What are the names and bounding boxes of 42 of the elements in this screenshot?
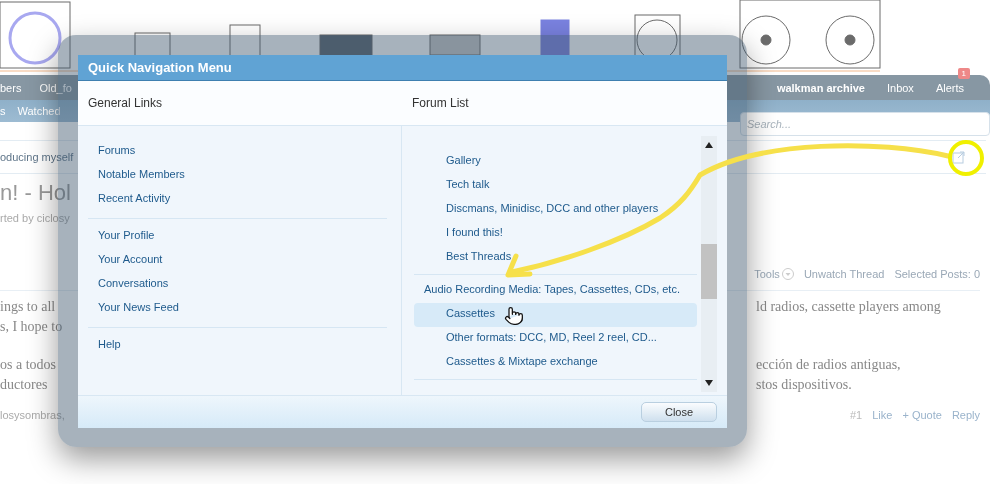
search-field[interactable]: Search...: [740, 112, 990, 136]
post-text: ld radios, cassette players among: [756, 299, 941, 314]
forum-link[interactable]: Discmans, Minidisc, DCC and other players: [414, 198, 697, 222]
forum-link[interactable]: I found this!: [414, 222, 697, 246]
menu-link[interactable]: Your Account: [88, 249, 387, 273]
dialog-title: Quick Navigation Menu: [78, 55, 727, 81]
post-text: s, I hope to: [0, 319, 63, 336]
menu-link[interactable]: Conversations: [88, 273, 387, 297]
menu-link[interactable]: Your News Feed: [88, 297, 387, 321]
post-text: stos dispositivos.: [756, 377, 852, 392]
post-text: os a todos: [0, 357, 56, 374]
hand-cursor-icon: [504, 306, 524, 326]
device-drawing: [429, 34, 481, 56]
external-link-icon[interactable]: [952, 150, 966, 164]
radio-drawing: [0, 1, 71, 69]
column-heading: Forum List: [411, 95, 470, 112]
column-heading: General Links: [87, 95, 164, 112]
scrollbar[interactable]: [701, 136, 717, 392]
forum-link[interactable]: Gallery: [414, 150, 697, 174]
caret-icon: [781, 268, 794, 280]
menu-link[interactable]: Your Profile: [88, 225, 387, 249]
forum-link[interactable]: Other formats: DCC, MD, Reel 2 reel, CD...: [414, 327, 697, 351]
forum-category[interactable]: Audio Recording Media: Tapes, Cassettes, CDs, etc.: [414, 279, 697, 303]
menu-link[interactable]: Help: [88, 334, 387, 358]
forum-link[interactable]: Best Threads: [414, 246, 697, 270]
forum-link[interactable]: Tech talk: [414, 174, 697, 198]
post-text: ings to all: [0, 299, 56, 316]
forum-link[interactable]: Cassettes & Mixtape exchange: [414, 351, 697, 375]
menu-link[interactable]: Forums: [88, 140, 387, 164]
scroll-up-icon: [705, 142, 713, 148]
close-button[interactable]: Close: [641, 402, 717, 422]
highlight-circle: [948, 140, 984, 176]
thread-title: n! - Hol: [0, 180, 71, 206]
post-text: ección de radios antiguas,: [756, 357, 901, 372]
menu-link[interactable]: Recent Activity: [88, 188, 387, 212]
alert-badge: 1: [957, 67, 970, 79]
post-text: ductores: [0, 377, 48, 394]
breadcrumb[interactable]: oducing myself: [0, 151, 74, 163]
menu-link[interactable]: Notable Members: [88, 164, 387, 188]
scroll-down-icon: [705, 380, 713, 386]
forum-link[interactable]: Cassettes: [414, 303, 697, 327]
scrollbar-thumb[interactable]: [701, 244, 717, 299]
